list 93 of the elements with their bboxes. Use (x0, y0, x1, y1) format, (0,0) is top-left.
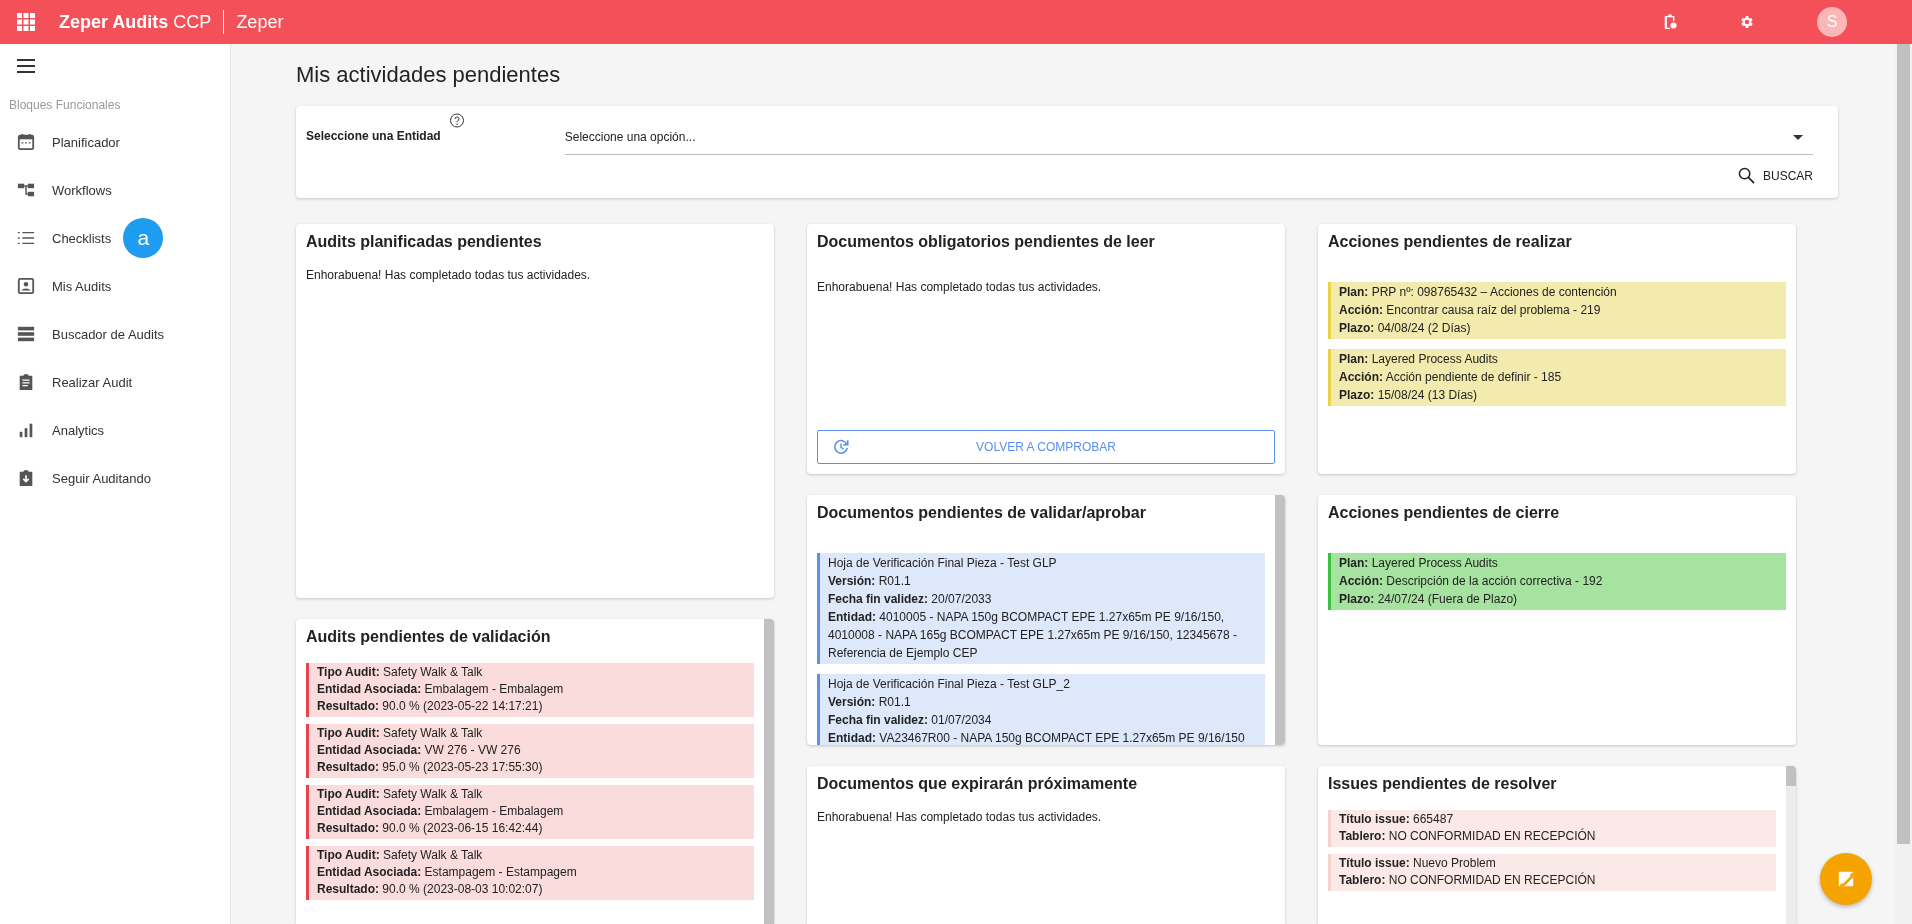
sidebar-item[interactable]: Analytics (0, 406, 119, 454)
clipboard-clock-icon[interactable] (1663, 14, 1677, 30)
card-title: Audits planificadas pendientes (306, 232, 543, 252)
field-text: Tipo Audit: Safety Walk & Talk (317, 664, 484, 681)
issue-entry[interactable]: Título issue: Nuevo Problem Tablero: NO CONFORMIDAD EN RECEPCIÓN (1328, 854, 1776, 891)
issue-entry[interactable]: Título issue: 665487 Tablero: NO CONFORMIDAD EN RECEPCIÓN (1328, 810, 1776, 847)
organization-name: Zeper (236, 11, 284, 33)
field-text: Tablero: NO CONFORMIDAD EN RECEPCIÓN (1339, 872, 1597, 889)
document-title: Hoja de Verificación Final Pieza - Test GLP (828, 555, 1058, 572)
edit-square-icon (1837, 870, 1855, 888)
apps-grid-icon[interactable] (17, 13, 35, 31)
document-title: Hoja de Verificación Final Pieza - Test GLP_2 (828, 676, 1071, 693)
sidebar-item[interactable]: Buscador de Audits (0, 310, 179, 358)
caret-icon (1793, 135, 1803, 140)
page-title: Mis actividades pendientes (296, 62, 562, 88)
document-entry[interactable]: Hoja de Verificación Final Pieza - Test GLP_2 Versión: R01.1 Fecha fin validez: 01/07/2034 Entidad: VA23467R00 - NAPA 150g BCOMPACT EPE 1.27x65m PE 9/16/150 (817, 674, 1265, 745)
list-icon (17, 229, 35, 247)
audit-entry[interactable]: Tipo Audit: Safety Walk & Talk Entidad Asociada: Embalagem - Embalagem Resultado: 90.0 % (2023-06-15 16:42:44) (306, 785, 754, 839)
field-text: Entidad Asociada: VW 276 - VW 276 (317, 742, 522, 759)
empty-message: Enhorabuena! Has completado todas tus actividades. (817, 280, 1103, 294)
search-button[interactable]: BUSCAR (1738, 163, 1813, 188)
audit-entry[interactable]: Tipo Audit: Safety Walk & Talk Entidad Asociada: Estampagem - Estampagem Resultado: 90.0 % (2023-08-03 10:02:07) (306, 846, 754, 900)
field-text: Fecha fin validez: 01/07/2034 (828, 712, 993, 729)
workflow-icon (17, 181, 35, 199)
action-entry[interactable]: Plan: Layered Process Audits Acción: Descripción de la acción correctiva - 192 Plazo: 24/07/24 (Fuera de Plazo) (1328, 553, 1786, 610)
menu-icon[interactable] (17, 59, 35, 73)
audit-entry[interactable]: Tipo Audit: Safety Walk & Talk Entidad Asociada: VW 276 - VW 276 Resultado: 95.0 % (2023-05-23 17:55:30) (306, 724, 754, 778)
field-text: Título issue: Nuevo Problem (1339, 855, 1497, 872)
section-heading: Bloques Funcionales (9, 98, 122, 112)
field-text: Tipo Audit: Safety Walk & Talk (317, 786, 484, 803)
card-title: Issues pendientes de resolver (1328, 774, 1558, 794)
settings-icon[interactable] (1739, 14, 1755, 30)
field-text: Plazo: 04/08/24 (2 Días) (1339, 320, 1472, 337)
field-text: Plan: PRP nº: 098765432 – Acciones de contención (1339, 284, 1618, 301)
page-scrollbar[interactable] (1895, 44, 1912, 924)
download-icon (17, 469, 35, 487)
field-text: Entidad: 4010005 - NAPA 150g BCOMPACT EPE 1.27x65m PE 9/16/150, 4010008 - NAPA 165g BCOMPACT EPE 1.27x65m PE 9/16/150, 12345678 - Referencia de Ejemplo CEP (828, 609, 1238, 662)
empty-message: Enhorabuena! Has completado todas tus actividades. (817, 810, 1103, 824)
sidebar-item[interactable]: Planificador (0, 118, 134, 166)
scrollbar[interactable] (1786, 766, 1796, 924)
sidebar-item[interactable]: Workflows (0, 166, 126, 214)
field-text: Versión: R01.1 (828, 573, 912, 590)
field-text: Entidad: VA23467R00 - NAPA 150g BCOMPACT EPE 1.27x65m PE 9/16/150 (828, 730, 1246, 745)
field-text: Resultado: 90.0 % (2023-06-15 16:42:44) (317, 820, 544, 837)
field-text: Entidad Asociada: Embalagem - Embalagem (317, 681, 565, 698)
field-text: Acción: Acción pendiente de definir - 185 (1339, 369, 1563, 386)
field-text: Versión: R01.1 (828, 694, 912, 711)
help-icon[interactable] (448, 113, 465, 129)
field-text: Resultado: 90.0 % (2023-08-03 10:02:07) (317, 881, 544, 898)
field-text: Tipo Audit: Safety Walk & Talk (317, 725, 484, 742)
field-label: Seleccione una Entidad (306, 129, 441, 143)
field-text: Plazo: 24/07/24 (Fuera de Plazo) (1339, 591, 1519, 608)
sidebar-item[interactable]: Mis Audits (0, 262, 126, 310)
field-text: Entidad Asociada: Estampagem - Estampagem (317, 864, 578, 881)
field-text: Plazo: 15/08/24 (13 Días) (1339, 387, 1479, 404)
bars-icon (17, 421, 35, 439)
search-icon (1738, 167, 1755, 184)
sidebar-item[interactable]: Realizar Audit (0, 358, 147, 406)
field-text: Resultado: 90.0 % (2023-05-22 14:17:21) (317, 698, 544, 715)
field-text: Fecha fin validez: 20/07/2033 (828, 591, 993, 608)
app-title: Zeper Audits CCP (59, 11, 212, 33)
field-text: Tipo Audit: Safety Walk & Talk (317, 847, 484, 864)
empty-message: Enhorabuena! Has completado todas tus actividades. (306, 268, 592, 282)
card-title: Documentos que expirarán próximamente (817, 774, 1139, 794)
card-title: Documentos pendientes de validar/aprobar (817, 503, 1147, 523)
person-icon (17, 277, 35, 295)
scrollbar[interactable] (1275, 495, 1285, 745)
sidebar-item[interactable]: Seguir Auditando (0, 454, 166, 502)
field-text: Plan: Layered Process Audits (1339, 351, 1499, 368)
field-text: Título issue: 665487 (1339, 811, 1455, 828)
document-entry[interactable] (817, 553, 1265, 664)
card-title: Audits pendientes de validación (306, 627, 552, 647)
letter-badge: a (123, 218, 164, 258)
field-text: Plan: Layered Process Audits (1339, 555, 1499, 572)
sidebar-item[interactable]: Checklists (0, 214, 126, 262)
field-text: Acción: Descripción de la acción correctiva - 192 (1339, 573, 1604, 590)
entity-select[interactable]: Seleccione una opción... (564, 120, 1813, 155)
clipboard-icon (17, 373, 35, 391)
field-text: Entidad Asociada: Embalagem - Embalagem (317, 803, 565, 820)
field-text: Resultado: 95.0 % (2023-05-23 17:55:30) (317, 759, 544, 776)
action-entry[interactable]: Plan: PRP nº: 098765432 – Acciones de contención Acción: Encontrar causa raíz del problema - 219 Plazo: 04/08/24 (2 Días) (1328, 282, 1786, 339)
card-title: Acciones pendientes de cierre (1328, 503, 1561, 523)
audit-entry[interactable]: Tipo Audit: Safety Walk & Talk Entidad Asociada: Embalagem - Embalagem Resultado: 90.0 % (2023-05-22 14:17:21) (306, 663, 754, 717)
floating-action-button[interactable] (1820, 853, 1872, 905)
card-title: Acciones pendientes de realizar (1328, 232, 1573, 252)
field-text: Tablero: NO CONFORMIDAD EN RECEPCIÓN (1339, 828, 1597, 845)
scrollbar[interactable] (764, 619, 774, 924)
calendar-icon (17, 133, 35, 151)
card-title: Documentos obligatorios pendientes de leer (817, 232, 1156, 252)
rows-icon (17, 325, 35, 343)
action-entry[interactable]: Plan: Layered Process Audits Acción: Acción pendiente de definir - 185 Plazo: 15/08/24 (13 Días) (1328, 349, 1786, 406)
refresh-clock-icon (832, 438, 850, 456)
field-text: Acción: Encontrar causa raíz del problema - 219 (1339, 302, 1602, 319)
